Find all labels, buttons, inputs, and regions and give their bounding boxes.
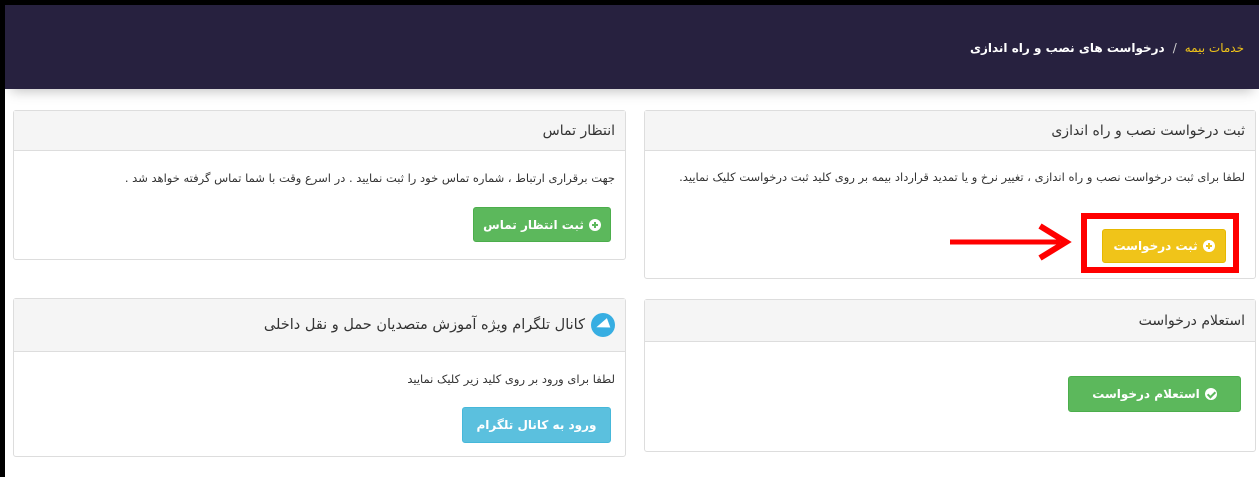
callback-heading: انتظار تماس xyxy=(14,111,625,151)
inquiry-button[interactable]: استعلام درخواست xyxy=(1068,376,1241,412)
breadcrumb-separator: / xyxy=(1172,41,1177,55)
breadcrumb-home-link[interactable]: خدمات بیمه xyxy=(1185,41,1244,55)
callback-description: جهت برقراری ارتباط ، شماره تماس خود را ث… xyxy=(124,171,615,185)
register-request-title: ثبت درخواست نصب و راه اندازی xyxy=(1051,122,1245,139)
breadcrumb-current: درخواست های نصب و راه اندازی xyxy=(969,41,1165,55)
inquiry-panel: استعلام درخواست استعلام درخواست xyxy=(644,299,1256,452)
callback-body: جهت برقراری ارتباط ، شماره تماس خود را ث… xyxy=(14,151,625,259)
annotation-highlight-box xyxy=(1081,213,1239,273)
check-circle-icon xyxy=(1204,388,1217,400)
callback-button[interactable]: ثبت انتظار تماس xyxy=(473,207,611,242)
callback-button-label: ثبت انتظار تماس xyxy=(483,217,584,232)
telegram-panel: کانال تلگرام ویژه آموزش متصدیان حمل و نق… xyxy=(13,298,626,457)
inquiry-title: استعلام درخواست xyxy=(1138,312,1245,329)
register-request-description: لطفا برای ثبت درخواست نصب و راه اندازی ،… xyxy=(679,170,1245,184)
annotation-arrow-icon xyxy=(950,223,1072,261)
breadcrumb: خدمات بیمه / درخواست های نصب و راه اندازی xyxy=(970,41,1244,55)
inquiry-button-label: استعلام درخواست xyxy=(1092,387,1200,401)
telegram-title: کانال تلگرام ویژه آموزش متصدیان حمل و نق… xyxy=(263,317,585,333)
page-header: خدمات بیمه / درخواست های نصب و راه اندازی xyxy=(5,5,1259,89)
telegram-icon xyxy=(591,313,615,337)
telegram-channel-button[interactable]: ورود به کانال تلگرام xyxy=(462,407,611,443)
telegram-channel-button-label: ورود به کانال تلگرام xyxy=(476,418,597,432)
telegram-heading: کانال تلگرام ویژه آموزش متصدیان حمل و نق… xyxy=(14,299,625,352)
callback-panel: انتظار تماس جهت برقراری ارتباط ، شماره ت… xyxy=(13,110,626,260)
register-request-heading: ثبت درخواست نصب و راه اندازی xyxy=(645,111,1255,151)
callback-title: انتظار تماس xyxy=(542,122,615,139)
inquiry-heading: استعلام درخواست xyxy=(645,300,1255,342)
telegram-description: لطفا برای ورود بر روی کلید زیر کلیک نمای… xyxy=(407,372,615,386)
plus-circle-icon xyxy=(588,218,601,231)
